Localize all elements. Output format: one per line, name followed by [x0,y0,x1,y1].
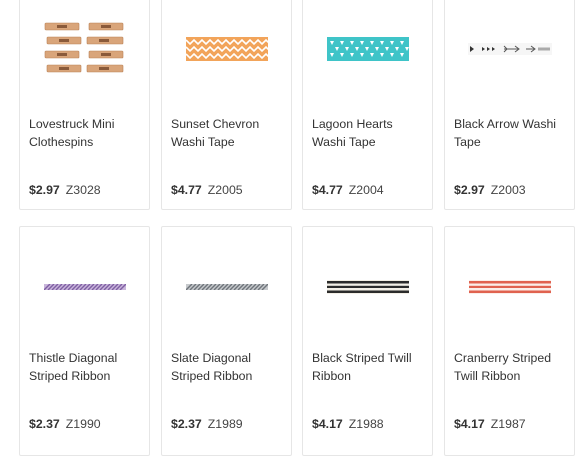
price-line: $2.37 Z1989 [171,417,243,431]
product-name[interactable]: Lagoon Hearts Washi Tape [312,115,426,151]
cranberry-twill-image [445,257,574,317]
product-sku: Z2003 [490,183,526,197]
product-price: $2.37 [171,417,202,431]
product-card[interactable]: Lovestruck Mini Clothespins $2.97 Z3028 [19,0,150,210]
product-sku: Z1990 [65,417,101,431]
arrow-tape-image [445,19,574,79]
product-card[interactable]: Black Striped Twill Ribbon $4.17 Z1988 [302,226,433,456]
product-card[interactable]: Black Arrow Washi Tape $2.97 Z2003 [444,0,575,210]
hearts-tape-image [303,19,432,79]
product-name[interactable]: Slate Diagonal Striped Ribbon [171,349,285,385]
price-line: $4.17 Z1988 [312,417,384,431]
price-line: $4.77 Z2004 [312,183,384,197]
product-price: $4.77 [171,183,202,197]
product-price: $2.97 [454,183,485,197]
slate-ribbon-image [162,257,291,317]
price-line: $2.37 Z1990 [29,417,101,431]
product-card[interactable]: Sunset Chevron Washi Tape $4.77 Z2005 [161,0,292,210]
price-line: $2.97 Z3028 [29,183,101,197]
product-name[interactable]: Thistle Diagonal Striped Ribbon [29,349,143,385]
product-sku: Z2004 [348,183,384,197]
product-name[interactable]: Black Arrow Washi Tape [454,115,568,151]
product-price: $4.77 [312,183,343,197]
black-twill-image [303,257,432,317]
price-line: $4.77 Z2005 [171,183,243,197]
clothespins-image [20,19,149,79]
product-sku: Z2005 [207,183,243,197]
thistle-ribbon-image [20,257,149,317]
product-price: $4.17 [454,417,485,431]
product-sku: Z1988 [348,417,384,431]
product-name[interactable]: Lovestruck Mini Clothespins [29,115,143,151]
product-card[interactable]: Lagoon Hearts Washi Tape $4.77 Z2004 [302,0,433,210]
product-name[interactable]: Black Striped Twill Ribbon [312,349,426,385]
product-name[interactable]: Cranberry Striped Twill Ribbon [454,349,568,385]
product-card[interactable]: Slate Diagonal Striped Ribbon $2.37 Z1989 [161,226,292,456]
chevron-tape-image [162,19,291,79]
product-sku: Z1987 [490,417,526,431]
price-line: $2.97 Z2003 [454,183,526,197]
price-line: $4.17 Z1987 [454,417,526,431]
product-price: $4.17 [312,417,343,431]
product-price: $2.37 [29,417,60,431]
product-card[interactable]: Cranberry Striped Twill Ribbon $4.17 Z198… [444,226,575,456]
product-sku: Z3028 [65,183,101,197]
product-sku: Z1989 [207,417,243,431]
product-card[interactable]: Thistle Diagonal Striped Ribbon $2.37 Z19… [19,226,150,456]
product-price: $2.97 [29,183,60,197]
product-name[interactable]: Sunset Chevron Washi Tape [171,115,285,151]
